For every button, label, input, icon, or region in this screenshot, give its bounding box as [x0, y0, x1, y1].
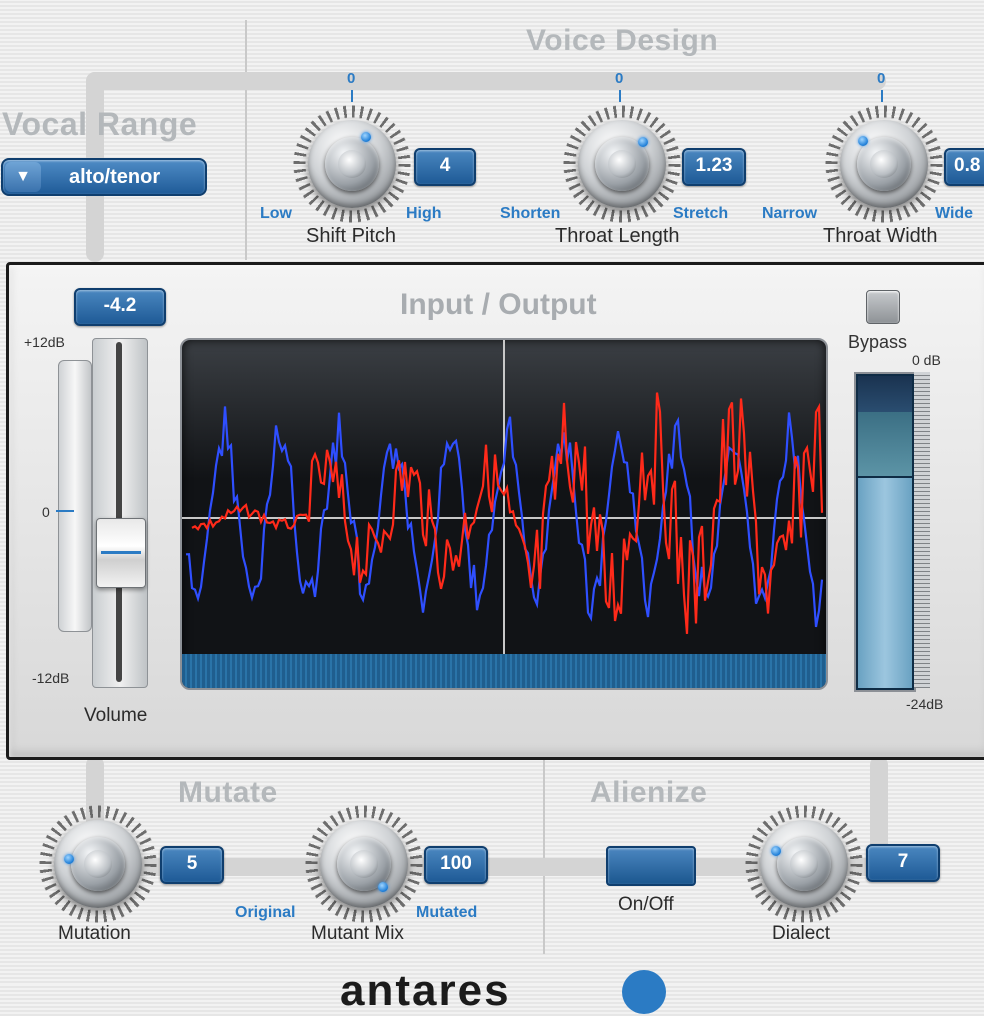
- scale-zero-marker: [56, 510, 74, 512]
- mutant-mix-knob[interactable]: [304, 804, 424, 924]
- shift-pitch-label: Shift Pitch: [306, 225, 397, 247]
- dialect-value[interactable]: 7: [866, 844, 940, 882]
- throat-length-knob[interactable]: [562, 104, 682, 224]
- scale-bottom-label: -12dB: [32, 670, 70, 686]
- waveform-svg: [182, 340, 826, 688]
- throat-width-zero-tick: [881, 90, 883, 102]
- knob-indicator-icon: [771, 846, 781, 856]
- alienize-title: Alienize: [590, 776, 708, 809]
- output-meter-scale: [914, 372, 930, 688]
- onoff-label: On/Off: [618, 894, 674, 915]
- knob-indicator-icon: [378, 882, 388, 892]
- shift-pitch-value[interactable]: 4: [414, 148, 476, 186]
- throat-width-min-label: Narrow: [762, 205, 818, 222]
- mutation-label: Mutation: [58, 923, 131, 944]
- divider-vocal-voice: [245, 20, 247, 260]
- throat-width-max-label: Wide: [935, 205, 974, 222]
- mutant-mix-max-label: Mutated: [416, 904, 478, 921]
- io-title: Input / Output: [400, 288, 597, 321]
- volume-fader-handle[interactable]: [96, 518, 146, 588]
- alienize-onoff-button[interactable]: [606, 846, 696, 886]
- volume-value[interactable]: -4.2: [74, 288, 166, 326]
- throat-width-zero: 0: [877, 70, 886, 87]
- bypass-label: Bypass: [848, 332, 908, 352]
- knob-indicator-icon: [361, 132, 371, 142]
- scale-mid-label: 0: [42, 504, 50, 520]
- vocal-range-selected: alto/tenor: [69, 166, 161, 188]
- output-level-meter: [854, 372, 916, 692]
- throat-length-zero-tick: [619, 90, 621, 102]
- throat-width-value[interactable]: 0.8: [944, 148, 984, 186]
- shift-pitch-zero-tick: [351, 90, 353, 102]
- throat-length-label: Throat Length: [555, 225, 680, 247]
- throat-length-max-label: Stretch: [673, 205, 729, 222]
- out-meter-bottom-label: -24dB: [906, 696, 944, 712]
- throat-length-value[interactable]: 1.23: [682, 148, 746, 186]
- knob-indicator-icon: [858, 136, 868, 146]
- vocal-range-title: Vocal Range: [2, 106, 198, 142]
- mutant-mix-min-label: Original: [235, 904, 296, 921]
- brand-logo-icon: [622, 970, 666, 1014]
- mutate-title: Mutate: [178, 776, 278, 809]
- throat-width-knob[interactable]: [824, 104, 944, 224]
- volume-label: Volume: [84, 705, 148, 726]
- volume-scale: [58, 360, 92, 632]
- bypass-button[interactable]: [866, 290, 900, 324]
- scale-top-label: +12dB: [24, 334, 65, 350]
- throat-width-label: Throat Width: [823, 225, 938, 247]
- knob-indicator-icon: [638, 137, 648, 147]
- vocal-range-dropdown[interactable]: ▼ alto/tenor: [1, 158, 207, 196]
- shift-pitch-max-label: High: [406, 205, 442, 222]
- brand-logo: antares: [340, 966, 511, 1015]
- shift-pitch-min-label: Low: [260, 205, 292, 222]
- waveform-display: [180, 338, 828, 690]
- voice-design-title: Voice Design: [526, 24, 719, 57]
- dialect-knob[interactable]: [744, 804, 864, 924]
- knob-indicator-icon: [64, 854, 74, 864]
- mutation-value[interactable]: 5: [160, 846, 224, 884]
- throat-length-min-label: Shorten: [500, 205, 561, 222]
- waveform-baseline: [182, 654, 826, 688]
- dialect-label: Dialect: [772, 923, 831, 944]
- mutant-mix-value[interactable]: 100: [424, 846, 488, 884]
- mutation-knob[interactable]: [38, 804, 158, 924]
- connector-top: [86, 72, 886, 90]
- shift-pitch-zero: 0: [347, 70, 356, 87]
- mutant-mix-label: Mutant Mix: [311, 923, 404, 944]
- out-meter-top-label: 0 dB: [912, 352, 941, 368]
- divider-mutate-alienize: [543, 758, 545, 954]
- throat-length-zero: 0: [615, 70, 624, 87]
- shift-pitch-knob[interactable]: [292, 104, 412, 224]
- volume-fader-slot: [116, 342, 122, 682]
- chevron-down-icon: ▼: [5, 162, 41, 192]
